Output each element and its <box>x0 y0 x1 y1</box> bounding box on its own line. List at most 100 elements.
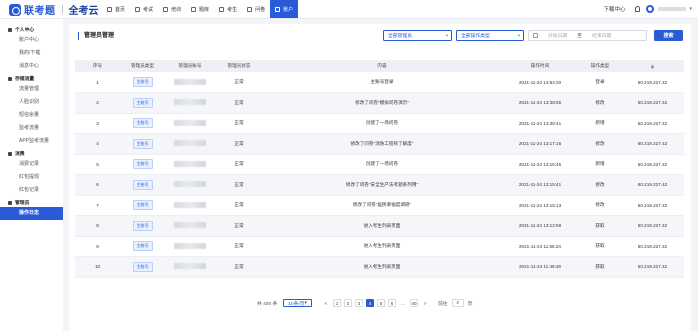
admin-type-badge: 主账号 <box>132 97 153 108</box>
admin-status: 正常 <box>215 133 263 155</box>
prev-page-button[interactable]: < <box>321 299 330 307</box>
nav-item-4[interactable]: 考生 <box>214 0 242 18</box>
username-redacted[interactable] <box>658 7 687 11</box>
sidebar-item[interactable]: 我的/下载 <box>0 47 63 60</box>
sidebar: 个人中心 账户中心 我的/下载 消息中心 存储流量 流量管理 人脸识别 短信余量 监考流量 APP… <box>0 19 63 331</box>
sidebar-item[interactable]: 消息中心 <box>0 60 63 73</box>
nav-item-0[interactable]: 首页 <box>102 0 130 18</box>
sidebar-item[interactable]: 操作日志 <box>0 207 63 220</box>
ip-address: 60.219.227.42 <box>621 256 684 278</box>
row-index: 1 <box>75 72 120 93</box>
row-index: 2 <box>75 92 120 114</box>
bell-icon[interactable] <box>635 6 641 12</box>
sidebar-item[interactable]: 红包提现 <box>0 171 63 184</box>
top-bar: 联考题 全考云 首页 考试 培训 题库 考生 问卷 账户 下载中心 ▾ <box>0 0 698 19</box>
nav-item-6[interactable]: 账户 <box>270 0 299 18</box>
operation-time: 2021-11-24 13:15:41 <box>501 174 579 196</box>
sidebar-item[interactable]: 人脸识别 <box>0 96 63 109</box>
column-header: 内容 <box>263 60 501 72</box>
page-title: 管理员管理 <box>78 32 114 40</box>
nav-item-2[interactable]: 培训 <box>158 0 186 18</box>
sidebar-item[interactable]: 红包记录 <box>0 184 63 197</box>
admin-account-cell <box>165 174 215 196</box>
nav-icon <box>275 6 281 12</box>
nav-item-3[interactable]: 题库 <box>186 0 214 18</box>
sidebar-item[interactable]: APP监考流量 <box>0 135 63 148</box>
row-index: 8 <box>75 215 120 237</box>
sidebar-item[interactable]: 流量管理 <box>0 83 63 96</box>
goto-unit: 页 <box>467 301 473 307</box>
row-index: 9 <box>75 236 120 257</box>
sidebar-group-title: 管理员 <box>15 201 30 206</box>
admin-status: 正常 <box>215 195 263 216</box>
row-index: 7 <box>75 195 120 216</box>
row-index: 4 <box>75 133 120 155</box>
page-button[interactable]: 1 <box>332 299 341 307</box>
ip-address: 60.219.227.42 <box>621 154 684 175</box>
download-center-link[interactable]: 下载中心 <box>603 5 625 13</box>
chevron-down-icon: ▾ <box>304 300 307 306</box>
admin-status: 正常 <box>215 113 263 134</box>
next-page-button[interactable]: > <box>420 299 429 307</box>
admin-account-cell <box>165 113 215 134</box>
chevron-down-icon[interactable]: ▾ <box>689 6 692 12</box>
admin-account-cell <box>165 72 215 93</box>
ip-address: 60.219.227.42 <box>621 72 684 93</box>
top-right-actions: 下载中心 ▾ <box>603 0 692 18</box>
brand-sub: 全考云 <box>68 6 99 17</box>
redacted-account <box>174 119 206 126</box>
sidebar-group-title: 消费 <box>15 152 25 157</box>
operation-type-value: 全部操作类型 <box>461 34 490 39</box>
sidebar-item[interactable]: 消费记录 <box>0 158 63 171</box>
operation-time: 2021-11-24 11:49:49 <box>501 256 579 278</box>
operation-time: 2021-11-24 13:15:13 <box>501 195 579 216</box>
operation-type-select[interactable]: 全部操作类型 ▾ <box>456 30 524 41</box>
sidebar-group-title: 存储流量 <box>15 77 35 82</box>
operation-type: 获取 <box>579 256 621 278</box>
nav-item-1[interactable]: 考试 <box>130 0 158 18</box>
page-button[interactable]: 5 <box>376 299 385 307</box>
sidebar-item[interactable]: 短信余量 <box>0 109 63 122</box>
search-button[interactable]: 搜索 <box>654 30 683 41</box>
table-body: 1 主账号 正常 主账号登录 2021-11-24 13:54:20 登录 60.219.2… <box>75 72 684 278</box>
end-date-input[interactable]: 结束日期 <box>592 32 611 39</box>
page-button[interactable]: 3 <box>354 299 363 307</box>
log-content: 修改了问卷"居民幸福度调研" <box>263 195 501 216</box>
avatar[interactable] <box>646 5 655 13</box>
goto-page-input[interactable]: 4 <box>451 299 464 307</box>
column-header: 序号 <box>75 60 120 72</box>
logo[interactable]: 联考题 全考云 <box>9 3 99 17</box>
column-header: 管理员状态 <box>215 60 263 72</box>
page-button[interactable]: 4 <box>365 299 374 307</box>
operation-type: 新增 <box>579 154 621 175</box>
admin-type-badge: 主账号 <box>132 118 153 129</box>
page-button[interactable]: 6 <box>387 299 396 307</box>
ip-address: 60.219.227.42 <box>621 92 684 114</box>
admin-status: 正常 <box>215 154 263 175</box>
nav-icon <box>135 6 141 12</box>
nav-item-5[interactable]: 问卷 <box>242 0 270 18</box>
log-content: 进入考生列表页面 <box>263 236 501 257</box>
nav-item-label: 考生 <box>227 6 238 13</box>
operation-log-table: 序号 管理员类型 管理员账号 管理员状态 内容 操作时间 操作类型 ip 1 主账号 正常 主账号登… <box>75 60 684 278</box>
sidebar-item[interactable]: 监考流量 <box>0 122 63 135</box>
nav-item-label: 考试 <box>143 6 154 13</box>
admin-type-badge: 主账号 <box>132 261 153 272</box>
ip-address: 60.219.227.42 <box>621 195 684 216</box>
page-button[interactable]: 2 <box>343 299 352 307</box>
date-range-picker[interactable]: 开始日期 至 结束日期 <box>528 30 647 41</box>
page-button[interactable]: 40 <box>409 299 418 307</box>
page-size-select[interactable]: 10条/页 ▾ <box>283 299 312 307</box>
operation-type: 获取 <box>579 236 621 257</box>
sidebar-item[interactable]: 账户中心 <box>0 34 63 47</box>
nav-item-label: 首页 <box>115 6 126 13</box>
admin-filter-select[interactable]: 全部管理员 ▾ <box>383 30 452 41</box>
group-icon <box>8 151 12 156</box>
table-row: 4 主账号 正常 修改了问卷"消防工程师了解度" 2021-11-24 13:17:16… <box>75 133 684 155</box>
admin-type-cell: 主账号 <box>120 72 165 93</box>
ip-address: 60.219.227.42 <box>621 133 684 155</box>
admin-type-cell: 主账号 <box>120 215 165 237</box>
start-date-input[interactable]: 开始日期 <box>548 32 567 39</box>
admin-type-cell: 主账号 <box>120 113 165 134</box>
column-header: ip <box>621 60 684 72</box>
